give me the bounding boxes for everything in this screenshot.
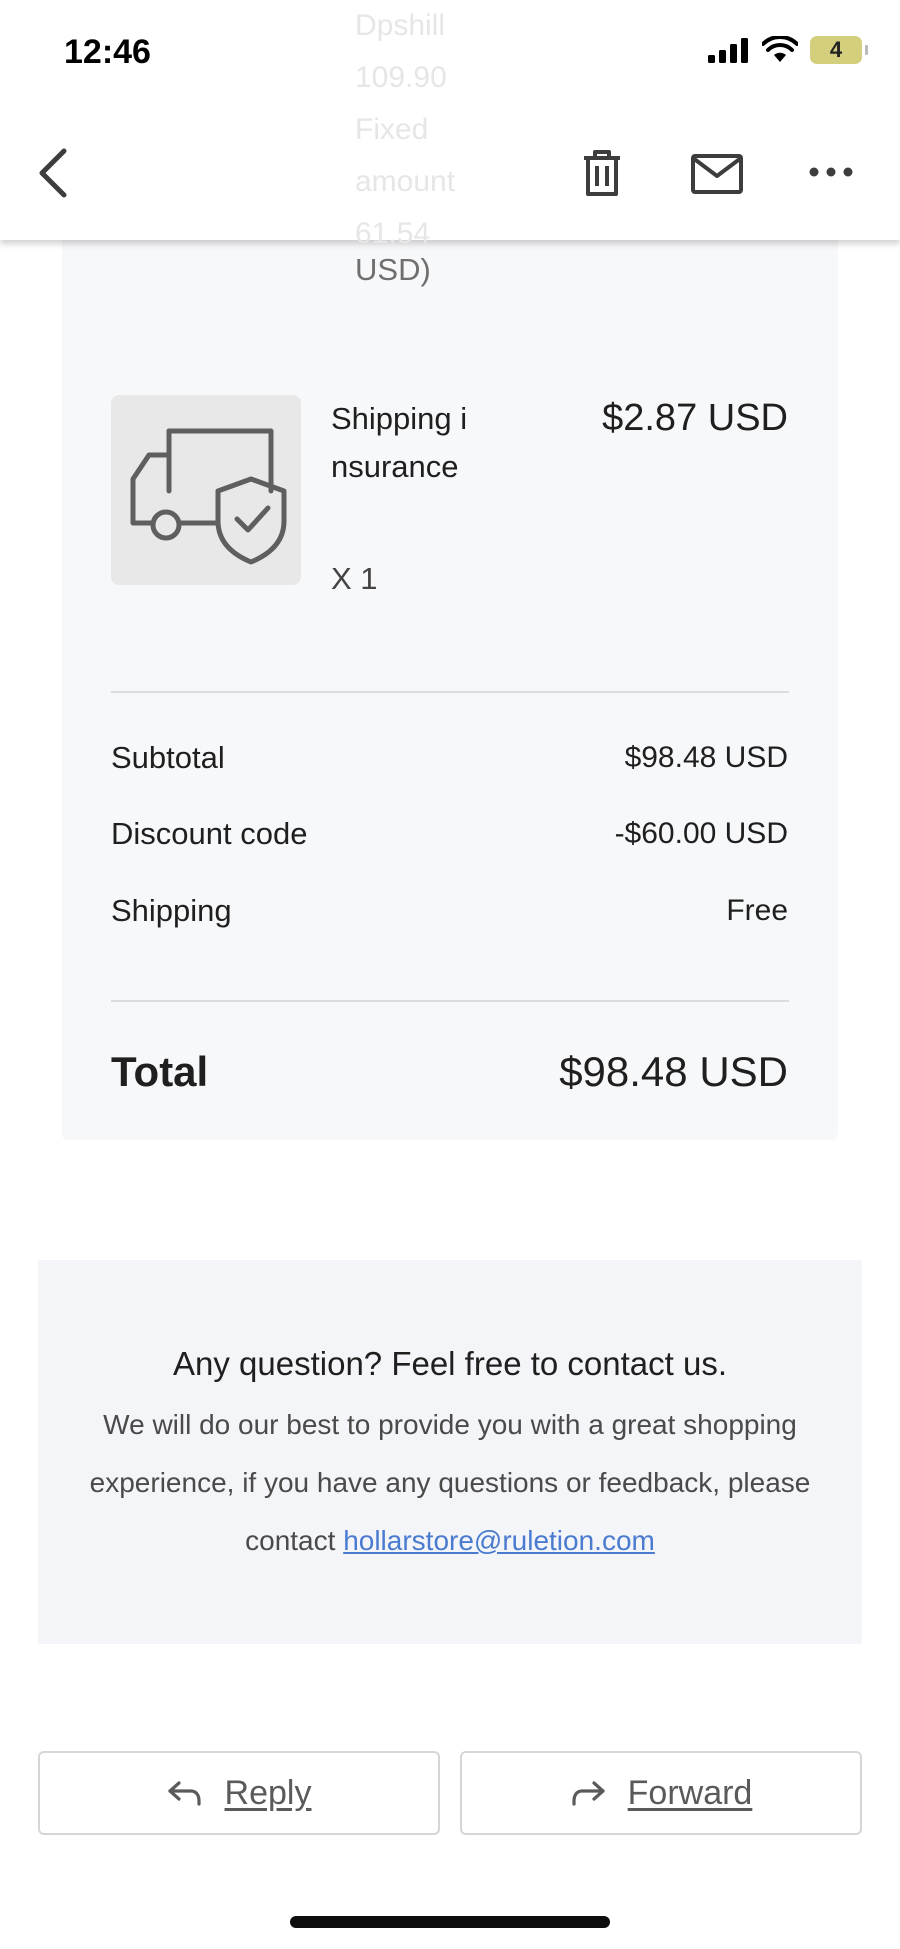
total-label: Total [111,1048,209,1095]
chevron-left-icon[interactable] [32,145,76,201]
forward-button[interactable]: Forward [460,1751,862,1835]
header-ghost-text: Dpshill 109.90 Fixed amount 61.54 [355,9,456,250]
status-indicators: 4 [708,36,868,64]
shipping-label: Shipping [111,893,232,928]
order-summary-card [62,230,838,1140]
item-thumbnail [111,395,301,585]
home-indicator [290,1916,610,1928]
subtotal-value: $98.48 USD [624,741,788,774]
subtotal-label: Subtotal [111,740,225,775]
reply-label: Reply [224,1773,312,1812]
truck-shield-icon [130,428,287,565]
battery-icon: 4 [810,36,868,64]
contact-title: Any question? Feel free to contact us. [173,1345,727,1382]
divider [111,691,789,693]
trash-icon[interactable] [580,148,624,198]
shipping-value: Free [726,894,788,927]
mail-icon[interactable] [690,152,744,196]
wifi-icon [762,36,798,62]
divider [111,1000,789,1002]
forward-icon [572,1781,605,1806]
item-quantity: X 1 [331,561,378,596]
item-price: $2.87 USD [602,397,788,439]
discount-code-label: Discount code [111,816,308,851]
contact-body: We will do our best to provide you with … [60,1396,840,1570]
reply-icon [167,1781,201,1806]
battery-level: 4 [829,37,843,62]
status-time: 12:46 [64,33,151,71]
item-name: Shipping insurance [331,401,468,484]
cellular-signal-icon [708,38,748,63]
total-value: $98.48 USD [559,1048,788,1095]
contact-email-link[interactable]: hollarstore@ruletion.com [343,1525,655,1556]
reply-button[interactable]: Reply [38,1751,440,1835]
discount-code-value: -$60.00 USD [614,817,788,850]
more-horizontal-icon[interactable] [808,160,854,184]
forward-label: Forward [627,1773,753,1812]
